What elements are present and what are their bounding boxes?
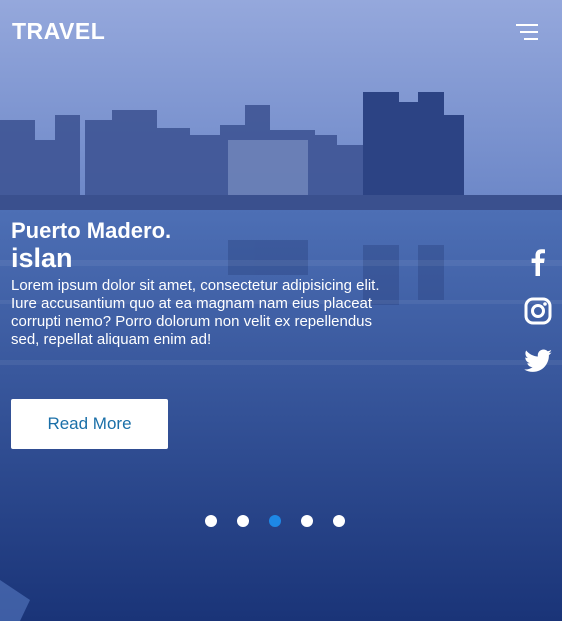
hamburger-menu-button[interactable] [516, 22, 540, 42]
carousel-dot-5[interactable] [333, 515, 345, 527]
slide-description: Lorem ipsum dolor sit amet, consectetur … [11, 277, 380, 348]
header: TRAVEL [0, 0, 562, 64]
brand-logo[interactable]: TRAVEL [12, 18, 105, 45]
slide-content: Puerto Madero. islan Lorem ipsum dolor s… [11, 218, 391, 349]
slide-title: Puerto Madero. [11, 218, 172, 243]
instagram-icon [524, 297, 552, 325]
carousel-indicators [205, 515, 345, 527]
carousel-dot-4[interactable] [301, 515, 313, 527]
carousel-dot-1[interactable] [205, 515, 217, 527]
slide-subtitle: islan [11, 243, 73, 273]
instagram-link[interactable] [522, 295, 554, 327]
carousel-dot-3[interactable] [269, 515, 281, 527]
twitter-icon [524, 349, 552, 372]
social-links [522, 246, 554, 393]
carousel-dot-2[interactable] [237, 515, 249, 527]
facebook-icon [531, 249, 545, 276]
facebook-link[interactable] [522, 246, 554, 278]
hero-section: TRAVEL Puerto Madero. islan Lorem ipsum … [0, 0, 562, 621]
read-more-button[interactable]: Read More [11, 399, 168, 449]
hamburger-menu-icon [516, 24, 538, 40]
twitter-link[interactable] [522, 344, 554, 376]
